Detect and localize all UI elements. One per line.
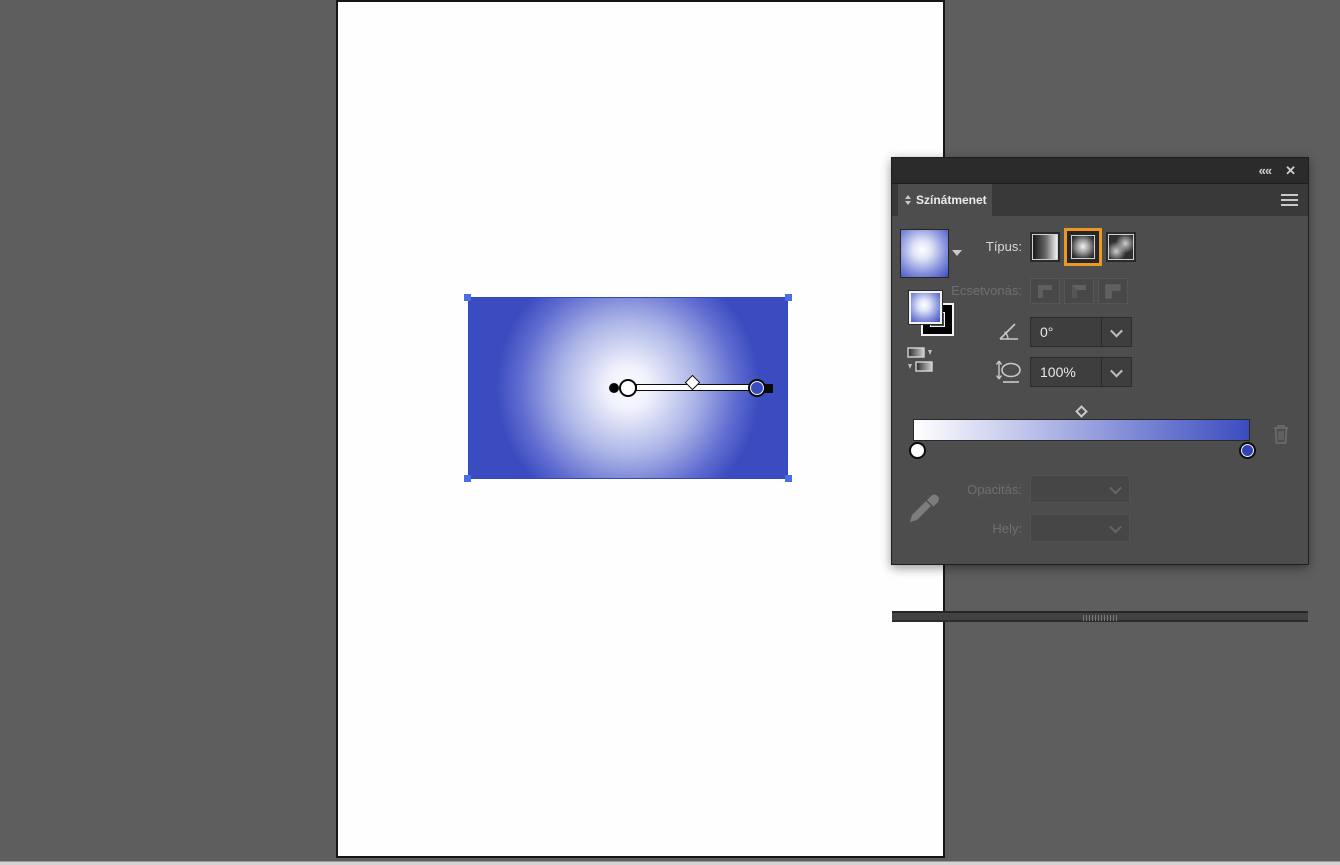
freeform-gradient-icon	[1108, 234, 1134, 260]
selection-handle-top-right[interactable]	[785, 294, 792, 301]
stroke-gradient-across-button	[1098, 278, 1128, 304]
stroke-gradient-within-button	[1030, 278, 1060, 304]
trash-icon	[1270, 422, 1292, 446]
panel-titlebar: «« ✕	[892, 158, 1308, 184]
chevron-down-icon	[1110, 364, 1123, 377]
opacity-dropdown	[1030, 475, 1130, 503]
reverse-gradient-icon[interactable]	[904, 345, 938, 375]
gradient-stop-blue[interactable]	[1239, 442, 1256, 459]
angle-field[interactable]: 0°	[1030, 317, 1132, 347]
stroke-corner-icon	[1070, 283, 1088, 299]
close-icon[interactable]: ✕	[1285, 164, 1296, 177]
chevron-down-icon	[1109, 520, 1122, 533]
aspect-ratio-value[interactable]: 100%	[1031, 364, 1101, 380]
slider-midpoint-diamond[interactable]	[1075, 405, 1088, 418]
angle-value[interactable]: 0°	[1031, 324, 1101, 340]
tab-gradient[interactable]: Színátmenet	[898, 184, 992, 216]
stroke-label: Ecsetvonás:	[902, 283, 1022, 299]
opacity-label: Opacitás:	[902, 482, 1022, 498]
gradient-stop-white[interactable]	[909, 442, 926, 459]
linear-gradient-icon	[1032, 234, 1058, 260]
gradient-slider-bar[interactable]	[913, 419, 1250, 441]
panel-resize-strip[interactable]	[892, 611, 1308, 622]
gradient-panel: «« ✕ Színátmenet Típus: Ecsetvonás:	[891, 157, 1309, 565]
aspect-ratio-field[interactable]: 100%	[1030, 357, 1132, 387]
location-label: Hely:	[902, 521, 1022, 537]
type-radial-button-selected[interactable]	[1064, 228, 1102, 266]
gradient-annotator-center-dot[interactable]	[609, 383, 619, 393]
panel-tabbar: Színátmenet	[892, 184, 1308, 216]
window-bottom-edge	[0, 861, 1340, 865]
stroke-corner-icon	[1036, 283, 1054, 299]
type-linear-button[interactable]	[1030, 232, 1060, 262]
selection-handle-bottom-right[interactable]	[785, 475, 792, 482]
selection-handle-top-left[interactable]	[464, 294, 471, 301]
stroke-gradient-along-button	[1064, 278, 1094, 304]
collapse-icon[interactable]: ««	[1259, 164, 1271, 177]
radial-gradient-icon	[1071, 235, 1095, 259]
angle-dropdown[interactable]	[1101, 318, 1131, 346]
gradient-annotator-start-stop[interactable]	[619, 379, 637, 397]
aspect-ratio-dropdown[interactable]	[1101, 358, 1131, 386]
resize-grip-icon[interactable]	[1083, 615, 1117, 621]
stroke-corner-icon	[1104, 283, 1122, 299]
type-freeform-button[interactable]	[1106, 232, 1136, 262]
chevron-down-icon	[1110, 324, 1123, 337]
gradient-annotator-end-handle[interactable]	[764, 384, 773, 393]
chevron-down-icon	[1109, 481, 1122, 494]
angle-icon	[997, 319, 1021, 343]
tab-cycle-icon	[905, 195, 911, 205]
panel-body: Típus: Ecsetvonás: 0°	[892, 216, 1308, 553]
type-label: Típus:	[902, 239, 1022, 255]
location-dropdown	[1030, 514, 1130, 542]
selection-handle-bottom-left[interactable]	[464, 475, 471, 482]
panel-menu-icon[interactable]	[1281, 194, 1298, 206]
aspect-ratio-icon	[995, 357, 1023, 387]
panel-title: Színátmenet	[916, 193, 987, 207]
